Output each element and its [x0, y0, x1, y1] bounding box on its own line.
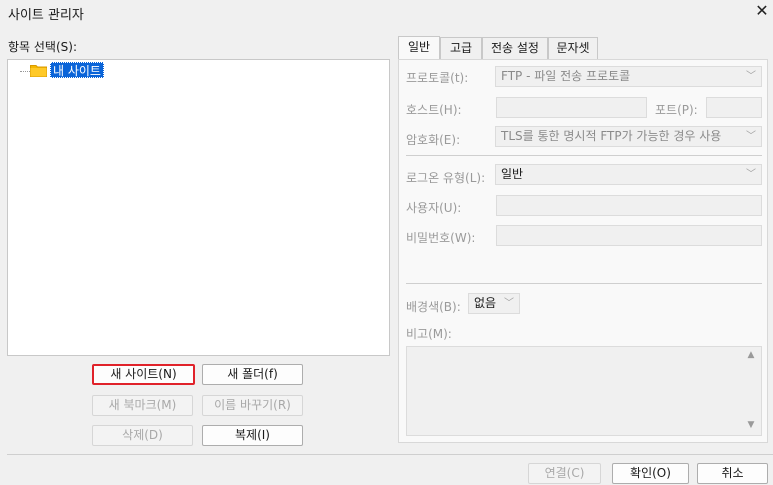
folder-icon: [30, 65, 47, 77]
background-color-select[interactable]: 없음 ﹀: [468, 293, 520, 314]
logon-type-select[interactable]: 일반 ﹀: [495, 164, 762, 185]
notes-label: 비고(M):: [406, 327, 452, 341]
section-divider: [406, 283, 762, 284]
close-button[interactable]: ✕: [753, 1, 771, 21]
tab-transfer-settings[interactable]: 전송 설정: [482, 37, 548, 59]
delete-button[interactable]: 삭제(D): [92, 425, 193, 446]
chevron-down-icon: ﹀: [746, 71, 756, 82]
port-label: 포트(P):: [655, 103, 698, 117]
encryption-value: TLS를 통한 명시적 FTP가 가능한 경우 사용: [501, 129, 722, 143]
protocol-value: FTP - 파일 전송 프로토콜: [501, 69, 631, 83]
tab-general[interactable]: 일반: [398, 36, 440, 59]
duplicate-button[interactable]: 복제(I): [202, 425, 303, 446]
tab-charset[interactable]: 문자셋: [548, 37, 598, 59]
connect-button[interactable]: 연결(C): [528, 463, 601, 484]
logon-type-label: 로그온 유형(L):: [406, 171, 486, 185]
logon-type-value: 일반: [501, 167, 524, 181]
user-label: 사용자(U):: [406, 201, 462, 215]
host-input[interactable]: [496, 97, 647, 118]
background-color-label: 배경색(B):: [406, 300, 461, 314]
section-divider: [406, 155, 762, 156]
cancel-button[interactable]: 취소: [697, 463, 768, 484]
rename-button[interactable]: 이름 바꾸기(R): [202, 395, 303, 416]
new-folder-button[interactable]: 새 폴더(f): [202, 364, 303, 385]
chevron-down-icon: ﹀: [504, 298, 514, 309]
chevron-down-icon: ﹀: [746, 169, 756, 180]
select-entry-label: 항목 선택(S):: [8, 40, 77, 54]
port-input[interactable]: [706, 97, 762, 118]
tab-advanced[interactable]: 고급: [440, 37, 482, 59]
scroll-up-icon[interactable]: ▲: [745, 350, 757, 360]
notes-textarea[interactable]: [406, 346, 762, 436]
new-site-button[interactable]: 새 사이트(N): [92, 364, 195, 385]
window-title: 사이트 관리자: [8, 8, 84, 23]
tree-item-my-sites[interactable]: 내 사이트: [50, 62, 104, 78]
password-label: 비밀번호(W):: [406, 231, 476, 245]
user-input[interactable]: [496, 195, 762, 216]
chevron-down-icon: ﹀: [746, 131, 756, 142]
new-bookmark-button[interactable]: 새 북마크(M): [92, 395, 193, 416]
background-color-value: 없음: [474, 296, 497, 310]
password-input[interactable]: [496, 225, 762, 246]
encryption-select[interactable]: TLS를 통한 명시적 FTP가 가능한 경우 사용 ﹀: [495, 126, 762, 147]
protocol-select[interactable]: FTP - 파일 전송 프로토콜 ﹀: [495, 66, 762, 87]
encryption-label: 암호화(E):: [406, 133, 461, 147]
host-label: 호스트(H):: [406, 103, 462, 117]
protocol-label: 프로토콜(t):: [406, 71, 469, 85]
footer-divider: [7, 454, 773, 455]
scroll-down-icon[interactable]: ▼: [745, 420, 757, 430]
site-tree[interactable]: 내 사이트: [7, 59, 390, 356]
ok-button[interactable]: 확인(O): [612, 463, 689, 484]
